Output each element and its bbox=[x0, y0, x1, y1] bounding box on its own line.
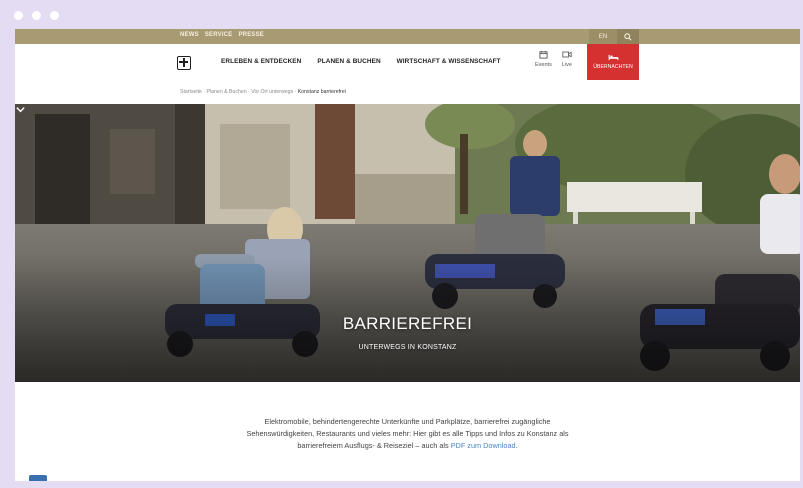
main-nav-items: ERLEBEN & ENTDECKEN PLANEN & BUCHEN WIRT… bbox=[221, 58, 501, 65]
chat-widget-button[interactable] bbox=[29, 475, 47, 481]
intro-end: . bbox=[515, 441, 518, 450]
events-label: Events bbox=[535, 62, 552, 68]
live-link[interactable]: Live bbox=[562, 50, 572, 68]
search-icon bbox=[624, 32, 632, 41]
bed-icon bbox=[608, 54, 618, 61]
overnight-cta-button[interactable]: ÜBERNACHTEN bbox=[587, 44, 639, 80]
window-dot bbox=[32, 11, 41, 20]
nav-item-erleben[interactable]: ERLEBEN & ENTDECKEN bbox=[221, 58, 301, 65]
breadcrumb: Startseite · Planen & Buchen · Vor Ort u… bbox=[180, 89, 346, 95]
hero-banner: BARRIEREFREI UNTERWEGS IN KONSTANZ bbox=[15, 104, 800, 382]
chevron-down-icon[interactable] bbox=[15, 104, 26, 115]
utility-link-news[interactable]: NEWS bbox=[180, 32, 199, 38]
breadcrumb-item[interactable]: Vor Ort unterwegs bbox=[251, 89, 293, 95]
nav-item-wirtschaft[interactable]: WIRTSCHAFT & WISSENSCHAFT bbox=[397, 58, 501, 65]
window-dot bbox=[50, 11, 59, 20]
overnight-cta-label: ÜBERNACHTEN bbox=[593, 64, 633, 70]
breadcrumb-current: Konstanz barrierefrei bbox=[297, 89, 346, 95]
utility-right: EN bbox=[589, 29, 639, 44]
intro-text: Elektromobile, behindertengerechte Unter… bbox=[245, 416, 570, 452]
language-switch[interactable]: EN bbox=[589, 29, 617, 44]
utility-bar: NEWS SERVICE PRESSE EN bbox=[15, 29, 800, 44]
live-label: Live bbox=[561, 62, 572, 68]
window-dot bbox=[14, 11, 23, 20]
hero-subtitle: UNTERWEGS IN KONSTANZ bbox=[358, 344, 457, 351]
breadcrumb-item[interactable]: Planen & Buchen bbox=[207, 89, 247, 95]
search-button[interactable] bbox=[617, 29, 639, 44]
browser-viewport: NEWS SERVICE PRESSE EN ERLEBEN & ENTDECK… bbox=[15, 29, 800, 481]
utility-links: NEWS SERVICE PRESSE bbox=[180, 32, 264, 38]
hero-photo bbox=[15, 104, 800, 382]
utility-link-presse[interactable]: PRESSE bbox=[238, 32, 264, 38]
pdf-download-link[interactable]: PDF zum Download bbox=[451, 441, 516, 450]
main-nav: ERLEBEN & ENTDECKEN PLANEN & BUCHEN WIRT… bbox=[15, 44, 800, 81]
nav-icon-links: Events Live bbox=[535, 50, 572, 68]
hero-title: BARRIEREFREI bbox=[342, 314, 473, 333]
calendar-icon bbox=[539, 50, 548, 59]
utility-link-service[interactable]: SERVICE bbox=[205, 32, 233, 38]
camera-icon bbox=[562, 51, 572, 58]
intro-body: Elektromobile, behindertengerechte Unter… bbox=[246, 417, 569, 450]
events-link[interactable]: Events bbox=[535, 50, 552, 68]
breadcrumb-item[interactable]: Startseite bbox=[180, 89, 202, 95]
constance-crest-icon[interactable] bbox=[177, 56, 191, 70]
nav-item-planen[interactable]: PLANEN & BUCHEN bbox=[317, 58, 380, 65]
window-dots bbox=[14, 11, 59, 20]
